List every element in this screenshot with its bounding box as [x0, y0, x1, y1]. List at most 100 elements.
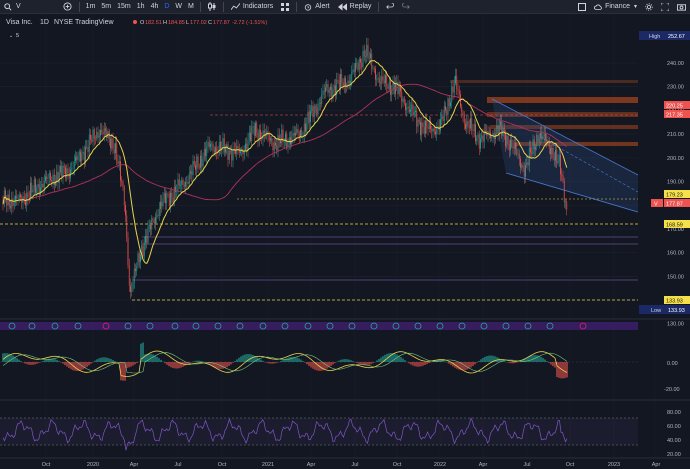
candle-body: [296, 128, 298, 133]
candle-body: [160, 201, 161, 209]
candle-body: [518, 153, 520, 159]
chart-type-button[interactable]: [204, 0, 220, 14]
candle-body: [82, 151, 84, 154]
candle-body: [368, 57, 370, 59]
interval-15m[interactable]: 15m: [114, 0, 134, 14]
candle-body: [320, 103, 321, 104]
interval-W[interactable]: W: [172, 0, 185, 14]
interval-M[interactable]: M: [185, 0, 197, 14]
candle-body: [295, 132, 296, 136]
time-label: Oct: [42, 462, 51, 468]
macd-bar: [238, 357, 240, 362]
snapshot-button[interactable]: [673, 0, 690, 14]
candle-body: [170, 192, 171, 206]
candle-body: [78, 151, 80, 156]
alert-button[interactable]: Alert: [300, 0, 333, 14]
candle-body: [210, 143, 211, 147]
time-label: Jul: [523, 462, 530, 468]
macd-bar: [312, 362, 314, 369]
symbol-search-button[interactable]: V: [0, 0, 25, 14]
time-axis[interactable]: Oct 2020 Apr Jul Oct 2021 Apr Jul Oct 2022 Apr Jul O…: [42, 462, 661, 468]
settings-button[interactable]: [641, 0, 657, 14]
candle-body: [60, 165, 61, 173]
macd-bar: [58, 360, 60, 362]
compare-symbol-button[interactable]: [59, 0, 76, 14]
candle-body: [191, 171, 193, 175]
price-axis[interactable]: [639, 14, 690, 319]
candle-body: [507, 136, 509, 145]
gear-icon: [645, 2, 653, 11]
candle-body: [155, 216, 156, 224]
candle-body: [556, 149, 558, 163]
fullscreen-button[interactable]: [657, 0, 673, 14]
candle-body: [385, 75, 386, 84]
macd-bar: [166, 362, 168, 365]
macd-bar: [28, 362, 30, 365]
candle-body: [91, 139, 93, 142]
macd-bar: [142, 342, 144, 362]
layout-name-button[interactable]: Finance ▾: [590, 0, 641, 14]
macd-bar: [108, 358, 110, 362]
candle-body: [175, 186, 176, 192]
candle-body: [257, 132, 259, 141]
candle-body: [435, 131, 436, 135]
layout-button[interactable]: [574, 0, 590, 14]
candle-body: [517, 153, 519, 155]
interval-1m[interactable]: 1m: [83, 0, 99, 14]
interval-D[interactable]: D: [161, 0, 172, 14]
interval-5m[interactable]: 5m: [98, 0, 114, 14]
candle-body: [403, 98, 405, 104]
indicator-count[interactable]: 5: [16, 33, 19, 39]
chart-area[interactable]: Visa Inc. 1D NYSE TradingView O 182.51 H…: [0, 14, 690, 469]
macd-bar: [344, 359, 346, 362]
interval-1h[interactable]: 1h: [134, 0, 148, 14]
candle-body: [252, 126, 254, 127]
macd-bar: [334, 362, 336, 364]
candle-body: [455, 75, 456, 84]
candle-body: [48, 172, 50, 178]
macd-bar: [490, 355, 492, 362]
templates-button[interactable]: [277, 0, 293, 14]
candle-body: [115, 143, 116, 154]
candle-body: [506, 136, 508, 147]
candle-body: [70, 169, 71, 178]
macd-bar: [276, 362, 278, 363]
candle-body: [247, 139, 249, 151]
candle-body: [42, 184, 44, 188]
macd-bar: [416, 362, 418, 367]
candle-body: [307, 111, 309, 125]
legend-title: Visa Inc.: [6, 19, 33, 26]
candle-body: [543, 133, 545, 137]
candle-body: [405, 103, 406, 110]
macd-bar: [38, 362, 40, 363]
collapse-chevron-icon[interactable]: ⌄: [9, 33, 13, 39]
macd-bar: [566, 362, 568, 378]
candle-body: [508, 144, 510, 151]
macd-bar: [102, 357, 104, 362]
undo-button[interactable]: [382, 0, 398, 14]
macd-bar: [508, 362, 510, 363]
candle-body: [31, 182, 33, 193]
candle-body: [272, 141, 274, 151]
candle-body: [101, 129, 103, 133]
candle-body: [45, 176, 46, 182]
rsi-tick-60: 60.00: [667, 424, 681, 430]
replay-label: Replay: [349, 3, 372, 10]
macd-bar: [488, 355, 490, 362]
macd-bar: [222, 362, 224, 369]
time-label: Apr: [307, 462, 316, 468]
candle-body: [297, 128, 299, 134]
candle-body: [458, 90, 460, 95]
candle-body: [373, 68, 375, 69]
candle-body: [445, 106, 446, 111]
redo-button[interactable]: [398, 0, 414, 14]
candle-body: [353, 69, 355, 72]
level-220-value: 220.25: [666, 104, 683, 110]
candle-body: [80, 151, 81, 162]
replay-button[interactable]: Replay: [334, 0, 376, 14]
candle-body: [462, 112, 464, 115]
indicators-button[interactable]: Indicators: [227, 0, 277, 14]
candle-body: [325, 87, 326, 92]
macd-bar: [130, 362, 132, 367]
interval-4h[interactable]: 4h: [148, 0, 162, 14]
